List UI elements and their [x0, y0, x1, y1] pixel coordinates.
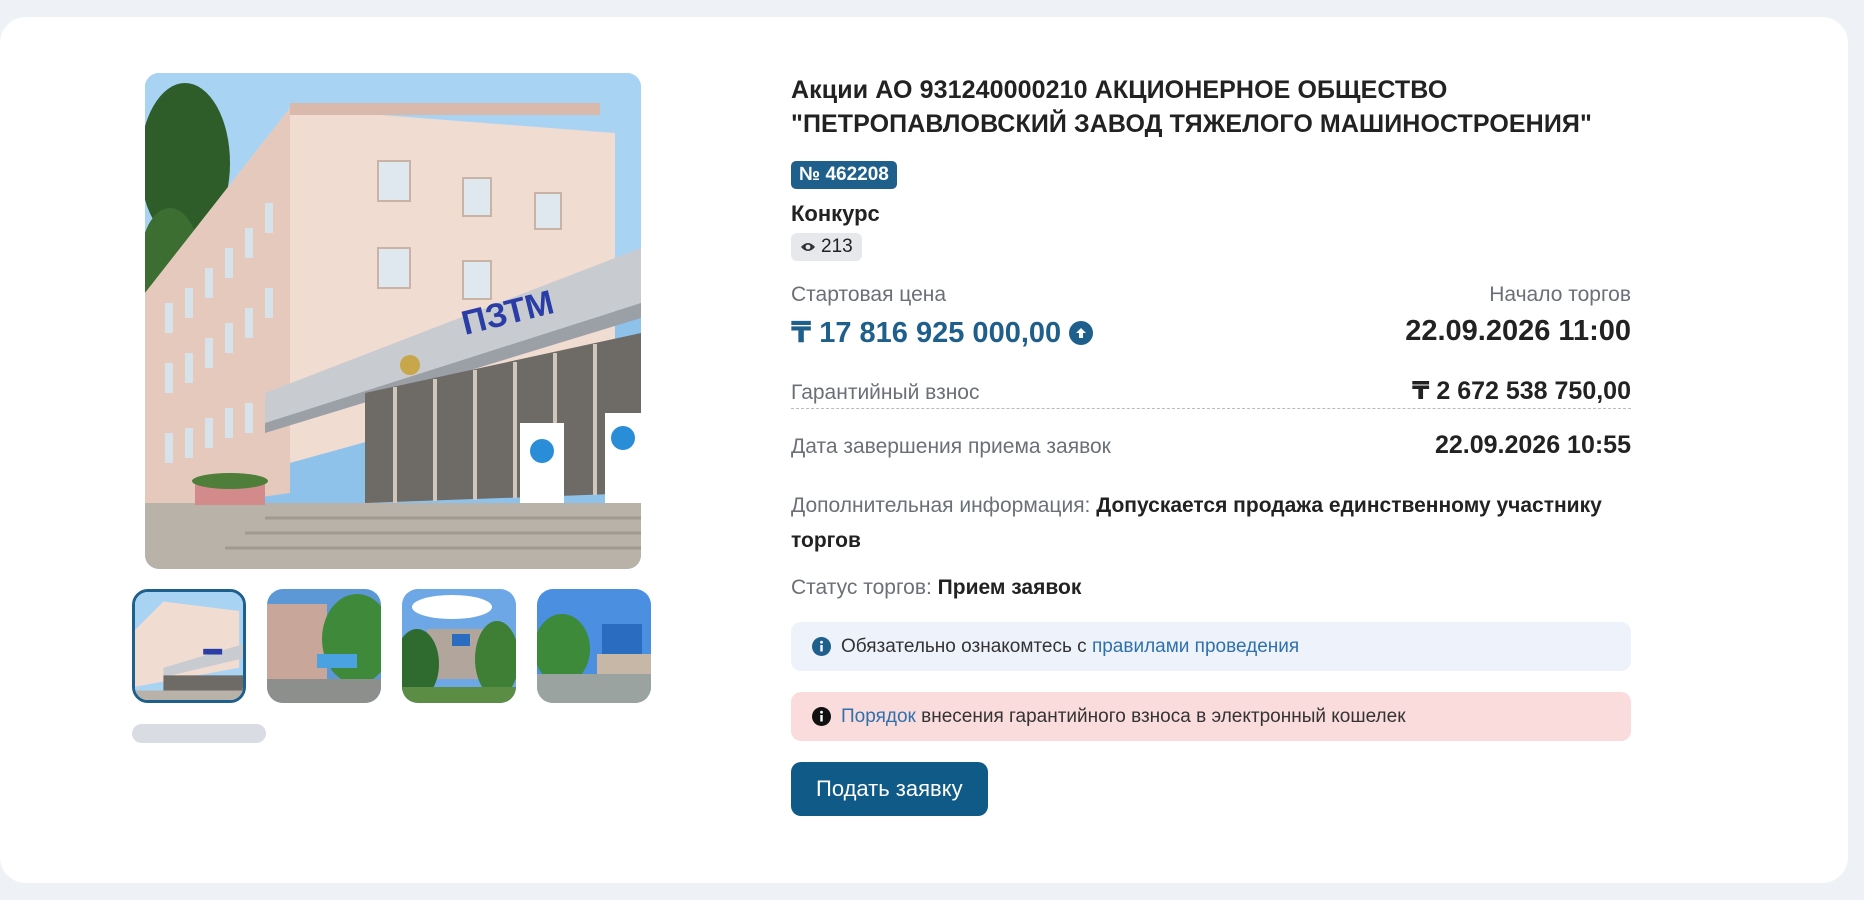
start-price: ₸ 17 816 925 000,00: [791, 315, 1094, 350]
thumbnail-2[interactable]: [267, 589, 381, 703]
start-date-block: Начало торгов 22.09.2026 11:00: [1405, 283, 1631, 350]
additional-info-label: Дополнительная информация:: [791, 494, 1091, 517]
thumbnail-image: [402, 589, 516, 703]
guarantee-label: Гарантийный взнос: [791, 381, 980, 404]
guarantee-order-notice: Порядок внесения гарантийного взноса в э…: [791, 692, 1631, 741]
eye-icon: [801, 243, 815, 251]
info-icon: [812, 707, 831, 726]
status-label: Статус торгов:: [791, 576, 932, 599]
guarantee-row: Гарантийный взнос ₸ 2 672 538 750,00: [791, 376, 1631, 409]
start-price-label: Стартовая цена: [791, 283, 947, 306]
thumbnail-strip: [132, 589, 651, 703]
price-date-row: Стартовая цена ₸ 17 816 925 000,00 Начал…: [791, 283, 1631, 350]
gallery-scrollbar[interactable]: [132, 724, 266, 743]
lot-title: Акции АО 931240000210 АКЦИОНЕРНОЕ ОБЩЕСТ…: [791, 73, 1631, 141]
auction-type: Конкурс: [791, 201, 880, 226]
rules-notice-prefix: Обязательно ознакомтесь с: [841, 635, 1087, 657]
thumbnail-1[interactable]: [132, 589, 246, 703]
thumbnail-4[interactable]: [537, 589, 651, 703]
submit-application-button[interactable]: Подать заявку: [791, 762, 988, 816]
rules-link[interactable]: правилами проведения: [1092, 636, 1299, 657]
rules-notice-text: Обязательно ознакомтесь с правилами пров…: [841, 636, 1299, 658]
lot-title-line-1: Акции АО 931240000210 АКЦИОНЕРНОЕ ОБЩЕСТ…: [791, 76, 1448, 104]
thumbnail-3[interactable]: [402, 589, 516, 703]
guarantee-order-text: Порядок внесения гарантийного взноса в э…: [841, 706, 1406, 728]
deadline-label: Дата завершения приема заявок: [791, 435, 1111, 458]
lot-info: Акции АО 931240000210 АКЦИОНЕРНОЕ ОБЩЕСТ…: [791, 73, 1631, 816]
deadline-row: Дата завершения приема заявок 22.09.2026…: [791, 431, 1631, 460]
status-value: Прием заявок: [937, 576, 1082, 599]
lot-title-line-2: "ПЕТРОПАВЛОВСКИЙ ЗАВОД ТЯЖЕЛОГО МАШИНОСТ…: [791, 110, 1592, 138]
lot-number-badge: № 462208: [791, 161, 897, 189]
views-counter: 213: [791, 233, 862, 261]
guarantee-value: ₸ 2 672 538 750,00: [1412, 377, 1631, 405]
main-photo[interactable]: ПЗТМ: [145, 73, 641, 569]
guarantee-order-link[interactable]: Порядок: [841, 706, 916, 727]
thumbnail-image: [267, 589, 381, 703]
start-date-label: Начало торгов: [1489, 283, 1631, 306]
auction-status: Статус торгов: Прием заявок: [791, 576, 1631, 600]
rules-notice: Обязательно ознакомтесь с правилами пров…: [791, 622, 1631, 671]
thumbnail-image: [537, 589, 651, 703]
building-photo: ПЗТМ: [145, 73, 641, 569]
info-icon: [812, 637, 831, 656]
views-count: 213: [821, 236, 853, 257]
start-price-value: ₸ 17 816 925 000,00: [791, 317, 1062, 349]
lot-card: ПЗТМ Акции АО 931240000210 АКЦИОНЕРНОЕ О…: [0, 17, 1848, 883]
deadline-value: 22.09.2026 10:55: [1434, 431, 1631, 459]
thumbnail-image: [135, 592, 243, 700]
arrow-up-circle-icon[interactable]: [1069, 320, 1094, 345]
guarantee-order-suffix: внесения гарантийного взноса в электронн…: [921, 705, 1406, 727]
additional-info: Дополнительная информация: Допускается п…: [791, 488, 1631, 558]
start-date-value: 22.09.2026 11:00: [1405, 315, 1631, 347]
start-price-block: Стартовая цена ₸ 17 816 925 000,00: [791, 283, 1094, 350]
